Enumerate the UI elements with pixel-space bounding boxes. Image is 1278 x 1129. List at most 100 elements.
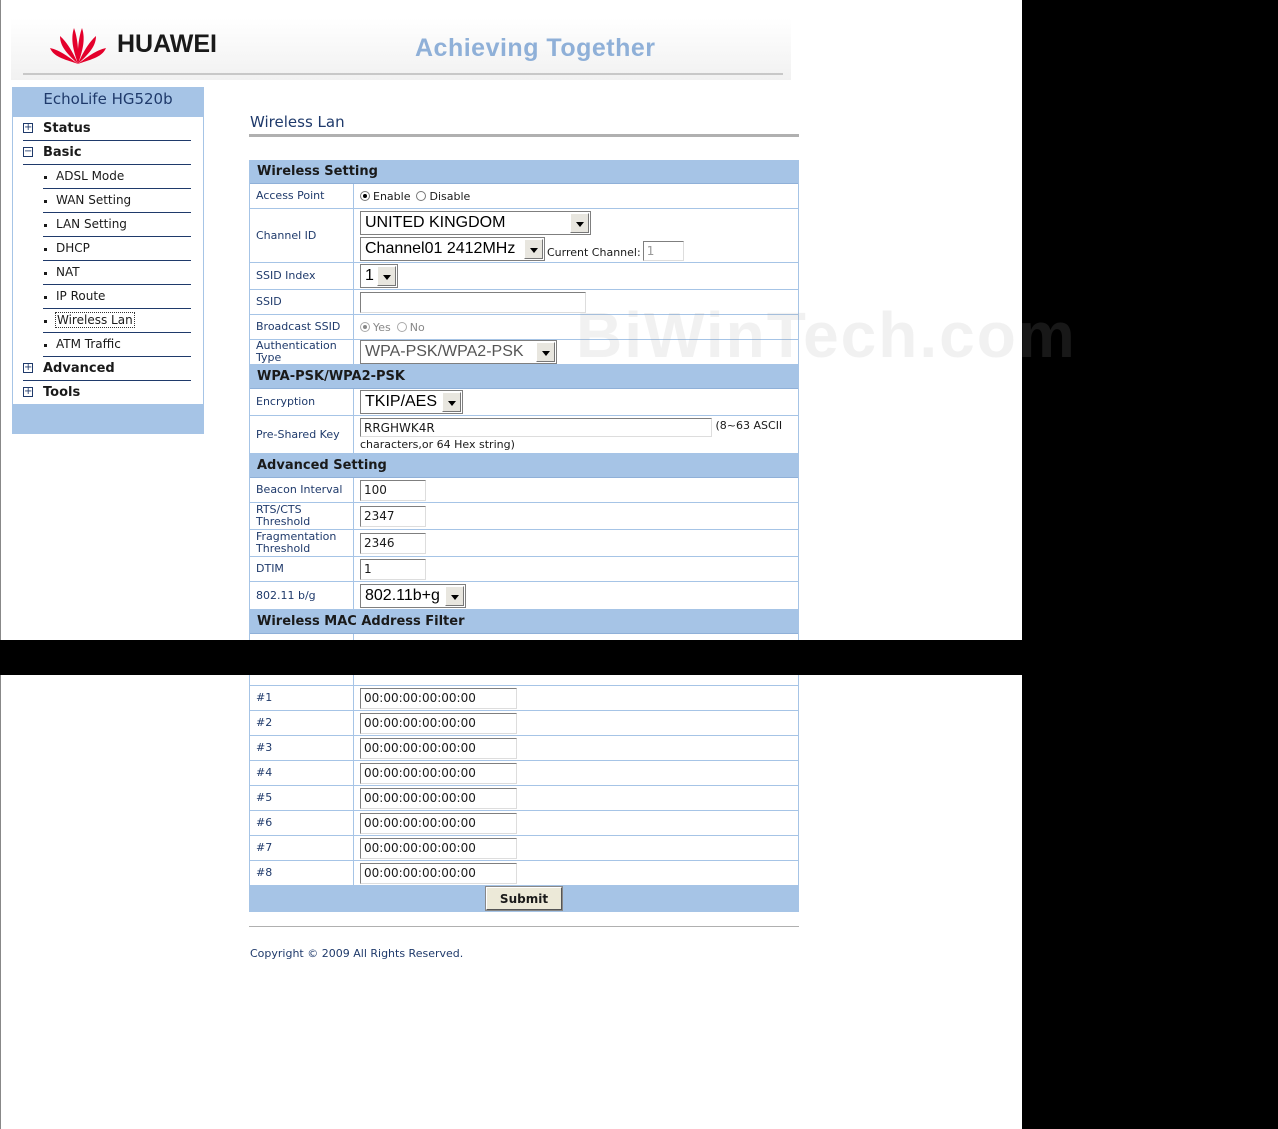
submit-button[interactable]: Submit	[485, 886, 563, 911]
frag-row: Fragmentation Threshold 2346	[250, 530, 798, 557]
mac-entry-row: #1 00:00:00:00:00:00	[250, 686, 798, 711]
fragmentation-threshold-input[interactable]: 2346	[360, 532, 426, 554]
current-channel-field: 1	[642, 240, 684, 261]
copyright-text: Copyright © 2009 All Rights Reserved.	[250, 947, 464, 960]
mac-entry-row: #6 00:00:00:00:00:00	[250, 811, 798, 836]
chevron-down-icon[interactable]	[442, 392, 461, 412]
sidebar: EchoLife HG520b + Status − Basic ADSL Mo…	[12, 87, 204, 434]
slogan: Achieving Together	[415, 34, 656, 62]
mac-address-input[interactable]: 00:00:00:00:00:00	[360, 837, 517, 859]
field-label: Beacon Interval	[250, 478, 354, 502]
sidebar-item-label: Tools	[43, 385, 81, 400]
encryption-row: Encryption TKIP/AES	[250, 389, 798, 416]
auth-type-row: Authentication Type WPA-PSK/WPA2-PSK	[250, 340, 798, 365]
bullet-icon	[44, 296, 47, 299]
wireless-mode-select[interactable]: 802.11b+g	[360, 583, 466, 608]
expand-icon[interactable]: +	[23, 363, 33, 373]
beacon-interval-input[interactable]: 100	[360, 479, 426, 501]
expand-icon[interactable]: +	[23, 387, 33, 397]
channel-select[interactable]: Channel01 2412MHz	[360, 236, 545, 261]
sidebar-subitem-wan-setting[interactable]: WAN Setting	[43, 189, 191, 213]
sidebar-subitem-wireless-lan[interactable]: Wireless Lan	[43, 309, 191, 333]
field-label: Pre-Shared Key	[250, 416, 354, 453]
mac-address-input[interactable]: 00:00:00:00:00:00	[360, 687, 517, 709]
sidebar-subitem-dhcp[interactable]: DHCP	[43, 237, 191, 261]
sidebar-subitem-label: DHCP	[56, 241, 90, 255]
field-label: #6	[250, 811, 354, 835]
sidebar-subitem-ip-route[interactable]: IP Route	[43, 285, 191, 309]
bullet-icon	[44, 224, 47, 227]
broadcast-no-radio[interactable]	[396, 322, 407, 332]
mac-address-input[interactable]: 00:00:00:00:00:00	[360, 787, 517, 809]
mac-address-input[interactable]: 00:00:00:00:00:00	[360, 812, 517, 834]
sidebar-subitem-label: NAT	[56, 265, 80, 279]
access-point-disable-radio[interactable]	[416, 191, 427, 201]
sidebar-subitem-nat[interactable]: NAT	[43, 261, 191, 285]
collapse-icon[interactable]: −	[23, 147, 33, 157]
sidebar-item-label: Status	[43, 121, 91, 136]
header-banner: HUAWEI Achieving Together	[11, 18, 791, 80]
chevron-down-icon[interactable]	[570, 212, 589, 233]
bullet-icon	[44, 272, 47, 275]
device-name: EchoLife HG520b	[43, 90, 173, 108]
dtim-input[interactable]: 1	[360, 558, 426, 580]
sidebar-item-label: Basic	[43, 145, 82, 160]
auth-type-select[interactable]: WPA-PSK/WPA2-PSK	[360, 340, 557, 364]
encryption-select[interactable]: TKIP/AES	[360, 390, 463, 414]
access-point-enable-radio[interactable]	[360, 191, 370, 201]
sidebar-subitem-atm-traffic[interactable]: ATM Traffic	[43, 333, 191, 357]
ssid-input[interactable]	[360, 291, 586, 313]
bullet-icon	[44, 320, 47, 323]
mac-entry-row: #5 00:00:00:00:00:00	[250, 786, 798, 811]
sidebar-item-tools[interactable]: + Tools	[23, 381, 191, 405]
sidebar-subitem-adsl-mode[interactable]: ADSL Mode	[43, 165, 191, 189]
mac-entry-row: #7 00:00:00:00:00:00	[250, 836, 798, 861]
sidebar-item-status[interactable]: + Status	[23, 117, 191, 141]
chevron-down-icon[interactable]	[377, 266, 396, 286]
section-wireless-setting: Wireless Setting	[250, 160, 798, 184]
sidebar-item-basic[interactable]: − Basic	[23, 141, 191, 165]
ssid-index-select[interactable]: 1	[360, 264, 398, 288]
sidebar-subitem-lan-setting[interactable]: LAN Setting	[43, 213, 191, 237]
radio-label: No	[409, 320, 425, 334]
chevron-down-icon[interactable]	[524, 238, 543, 259]
field-label: #7	[250, 836, 354, 860]
chevron-down-icon[interactable]	[445, 585, 464, 606]
mac-address-input[interactable]: 00:00:00:00:00:00	[360, 712, 517, 734]
mac-entry-row: #3 00:00:00:00:00:00	[250, 736, 798, 761]
redaction-bar	[0, 640, 1022, 675]
sidebar-menu: + Status − Basic ADSL Mode WAN Setting L…	[13, 117, 203, 404]
expand-icon[interactable]: +	[23, 123, 33, 133]
field-label: Fragmentation Threshold	[250, 530, 354, 556]
field-label: SSID Index	[250, 263, 354, 289]
psk-row: Pre-Shared Key RRGHWK4R (8~63 ASCII char…	[250, 416, 798, 454]
dtim-row: DTIM 1	[250, 557, 798, 582]
field-label: #1	[250, 686, 354, 710]
radio-label: Disable	[429, 189, 471, 203]
chevron-down-icon[interactable]	[536, 342, 555, 362]
sidebar-subitem-label: ADSL Mode	[56, 169, 125, 183]
select-value: UNITED KINGDOM	[365, 213, 506, 231]
broadcast-yes-radio[interactable]	[360, 322, 370, 332]
mac-address-input[interactable]: 00:00:00:00:00:00	[360, 862, 517, 884]
logo-text: HUAWEI	[117, 30, 217, 58]
sidebar-item-advanced[interactable]: + Advanced	[23, 357, 191, 381]
mode-row: 802.11 b/g 802.11b+g	[250, 582, 798, 610]
bullet-icon	[44, 176, 47, 179]
sidebar-subitem-label: ATM Traffic	[56, 337, 121, 351]
title-divider	[249, 134, 799, 137]
psk-input[interactable]: RRGHWK4R	[360, 418, 712, 437]
mac-address-input[interactable]: 00:00:00:00:00:00	[360, 762, 517, 784]
rts-threshold-input[interactable]: 2347	[360, 505, 426, 527]
mac-address-input[interactable]: 00:00:00:00:00:00	[360, 737, 517, 759]
radio-label: Enable	[373, 189, 411, 203]
bullet-icon	[44, 200, 47, 203]
country-select[interactable]: UNITED KINGDOM	[360, 210, 591, 235]
channel-id-row: Channel ID UNITED KINGDOM Channel01 2412…	[250, 209, 798, 263]
sidebar-subitem-label: WAN Setting	[56, 193, 132, 207]
huawei-logo-icon	[50, 28, 106, 64]
field-label: #4	[250, 761, 354, 785]
footer-divider	[249, 926, 799, 927]
field-label: Access Point	[250, 184, 354, 208]
bullet-icon	[44, 344, 47, 347]
